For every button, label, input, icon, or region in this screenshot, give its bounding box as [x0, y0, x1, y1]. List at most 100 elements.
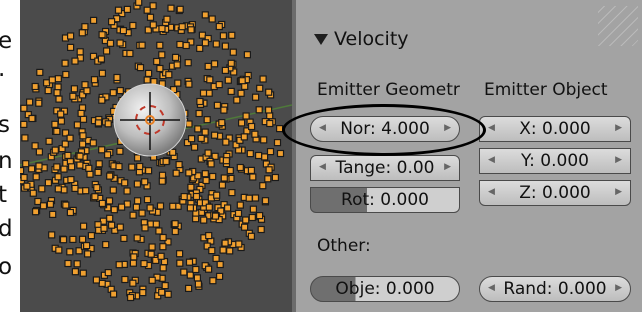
particle [246, 150, 254, 158]
particle [20, 173, 28, 182]
particle [185, 120, 193, 128]
z-field[interactable]: ◀ Z: 0.000 ▶ [479, 180, 631, 206]
particle [251, 194, 260, 202]
tangent-field[interactable]: ◀ Tange: 0.00 ▶ [310, 155, 460, 181]
particle [57, 117, 66, 125]
particle [185, 80, 193, 88]
particle [192, 265, 200, 274]
left-arrow-icon[interactable]: ◀ [488, 155, 495, 165]
panel-drag-grip[interactable] [598, 6, 638, 46]
particle [220, 174, 228, 182]
particle [31, 82, 39, 91]
particle [20, 167, 25, 175]
3d-viewport[interactable] [20, 0, 292, 312]
particle [54, 173, 62, 181]
particle [186, 204, 194, 212]
left-arrow-icon[interactable]: ◀ [488, 123, 495, 133]
particle [138, 209, 146, 217]
particle [236, 163, 244, 172]
particle [162, 157, 170, 166]
particle [136, 162, 144, 171]
left-arrow-icon[interactable]: ◀ [319, 123, 326, 133]
x-value: X: 0.000 [519, 119, 591, 139]
particle [38, 185, 46, 193]
particle [60, 186, 68, 194]
particle [195, 109, 203, 118]
rotation-field[interactable]: Rot: 0.000 [310, 187, 460, 213]
particle [266, 148, 275, 156]
particle [104, 120, 112, 128]
particle [98, 31, 106, 39]
particle [123, 187, 131, 195]
z-value: Z: 0.000 [519, 183, 591, 203]
particle [133, 180, 142, 188]
right-arrow-icon[interactable]: ▶ [615, 187, 622, 197]
particle [129, 211, 137, 219]
particle [256, 84, 264, 92]
particle [98, 199, 107, 207]
particle [148, 243, 156, 251]
particle [54, 75, 62, 83]
object-value: Obje: 0.000 [335, 279, 435, 299]
particle [110, 206, 118, 214]
particle [78, 140, 87, 148]
particle [157, 252, 165, 260]
particle [202, 176, 210, 185]
left-arrow-icon[interactable]: ◀ [319, 162, 326, 172]
particle [234, 209, 243, 217]
particle [126, 49, 134, 58]
particle [22, 160, 30, 168]
particle [89, 16, 98, 24]
particle [220, 106, 228, 114]
particle [25, 98, 34, 106]
right-arrow-icon[interactable]: ▶ [615, 155, 622, 165]
particle [21, 134, 29, 142]
particle [159, 243, 167, 251]
particle [208, 247, 216, 255]
object-field[interactable]: Obje: 0.000 [310, 276, 460, 302]
particle [218, 181, 226, 189]
particle [238, 77, 246, 85]
x-field[interactable]: ◀ X: 0.000 ▶ [479, 116, 631, 142]
triangle-down-icon[interactable] [314, 34, 328, 45]
particle [259, 182, 267, 190]
left-arrow-icon[interactable]: ◀ [488, 187, 495, 197]
particle [249, 173, 257, 181]
particle [92, 276, 101, 284]
particle [73, 260, 81, 268]
right-arrow-icon[interactable]: ▶ [444, 162, 451, 172]
particle [265, 88, 273, 96]
particle [79, 115, 88, 123]
particle [23, 182, 31, 190]
panel-title[interactable]: Velocity [334, 28, 409, 50]
particle [216, 260, 224, 269]
doc-text-strip: e . s n t d o [0, 0, 20, 312]
normal-field[interactable]: ◀ Nor: 4.000 ▶ [310, 116, 460, 142]
particle [67, 163, 76, 171]
right-arrow-icon[interactable]: ▶ [444, 123, 451, 133]
y-field[interactable]: ◀ Y: 0.000 ▶ [479, 148, 631, 174]
particle [219, 246, 227, 254]
particle [185, 284, 193, 292]
particle [104, 269, 112, 277]
particle [215, 22, 223, 31]
particle [143, 196, 152, 204]
particle [171, 227, 179, 236]
particle [67, 176, 75, 184]
particle [155, 227, 163, 235]
right-arrow-icon[interactable]: ▶ [615, 283, 622, 293]
particle [53, 163, 61, 171]
particle [156, 41, 164, 49]
particle [207, 160, 215, 168]
particle [216, 272, 224, 280]
particle [20, 104, 28, 112]
right-arrow-icon[interactable]: ▶ [615, 123, 622, 133]
random-field[interactable]: ◀ Rand: 0.000 ▶ [479, 276, 631, 302]
particle [133, 197, 142, 205]
particle [141, 224, 149, 232]
particle [85, 164, 93, 172]
particle [102, 47, 111, 55]
particle [117, 203, 126, 211]
left-arrow-icon[interactable]: ◀ [488, 283, 495, 293]
particle [196, 97, 204, 106]
